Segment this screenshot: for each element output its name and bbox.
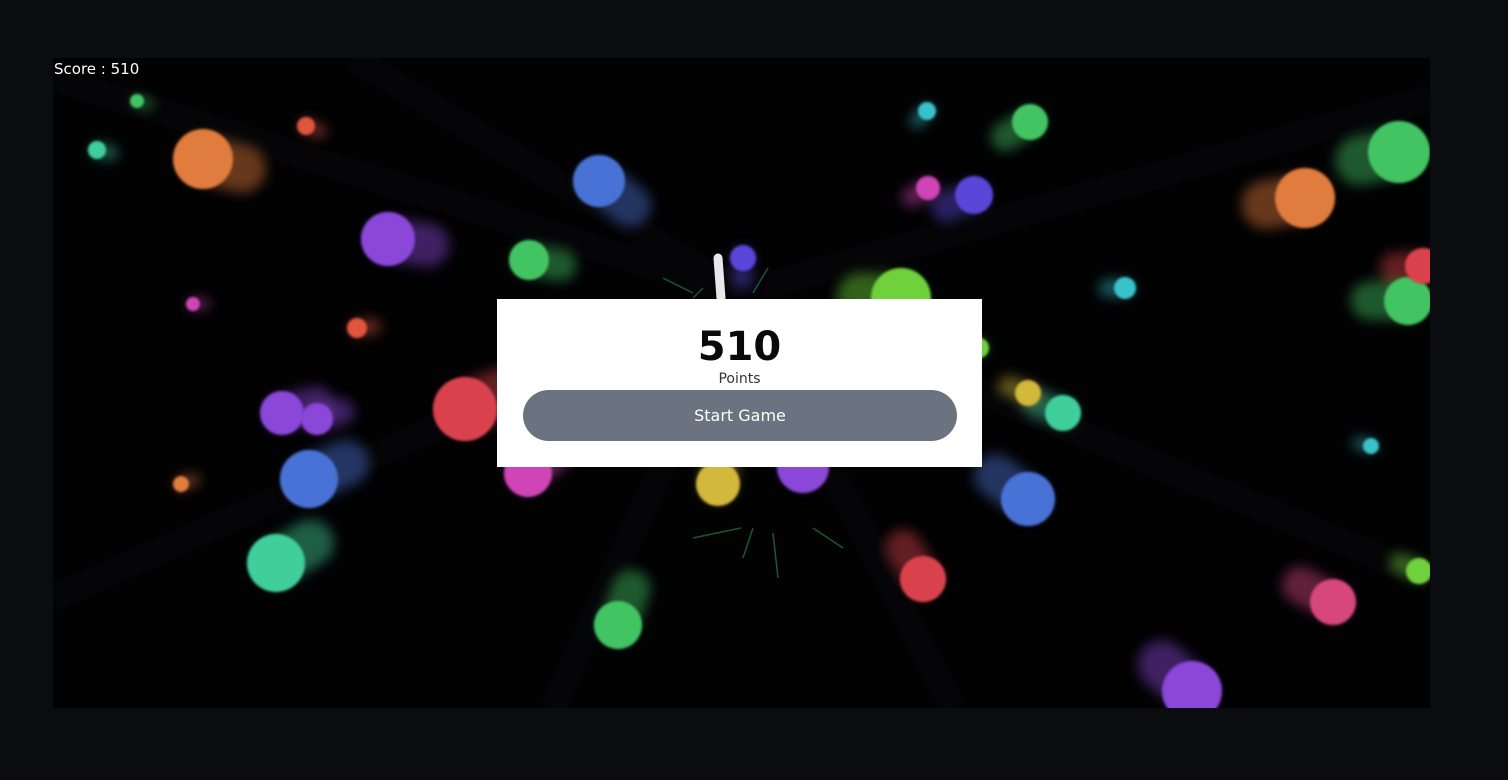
orb <box>173 129 233 189</box>
center-trail <box>713 253 726 303</box>
orb <box>918 102 936 120</box>
orb <box>186 297 200 311</box>
orb <box>1114 277 1136 299</box>
orb <box>1045 395 1081 431</box>
orb <box>730 245 756 271</box>
orb <box>573 155 625 207</box>
game-over-panel: 510 Points Start Game <box>497 299 982 467</box>
orb <box>696 462 740 506</box>
orb <box>509 240 549 280</box>
orb <box>900 556 946 602</box>
orb <box>88 141 106 159</box>
orb <box>1384 277 1430 325</box>
orb <box>1015 380 1041 406</box>
orb <box>594 601 642 649</box>
orb <box>297 117 315 135</box>
orb <box>433 377 497 441</box>
orb <box>130 94 144 108</box>
points-label: Points <box>718 371 761 387</box>
orb <box>361 212 415 266</box>
orb <box>347 318 367 338</box>
orb <box>260 391 304 435</box>
final-score: 510 <box>697 324 782 370</box>
orb <box>301 403 333 435</box>
hud-score: Score : 510 <box>54 60 140 78</box>
orb <box>1310 579 1356 625</box>
orb <box>280 450 338 508</box>
orb <box>1363 438 1379 454</box>
orb <box>247 534 305 592</box>
orb <box>1368 121 1430 183</box>
orb <box>173 476 189 492</box>
orb <box>955 176 993 214</box>
orb <box>1012 104 1048 140</box>
game-screen: Score : 510 510 Points Start Game <box>0 0 1508 780</box>
orb <box>1001 472 1055 526</box>
orb <box>916 176 940 200</box>
orb <box>1275 168 1335 228</box>
start-game-button[interactable]: Start Game <box>523 390 957 441</box>
